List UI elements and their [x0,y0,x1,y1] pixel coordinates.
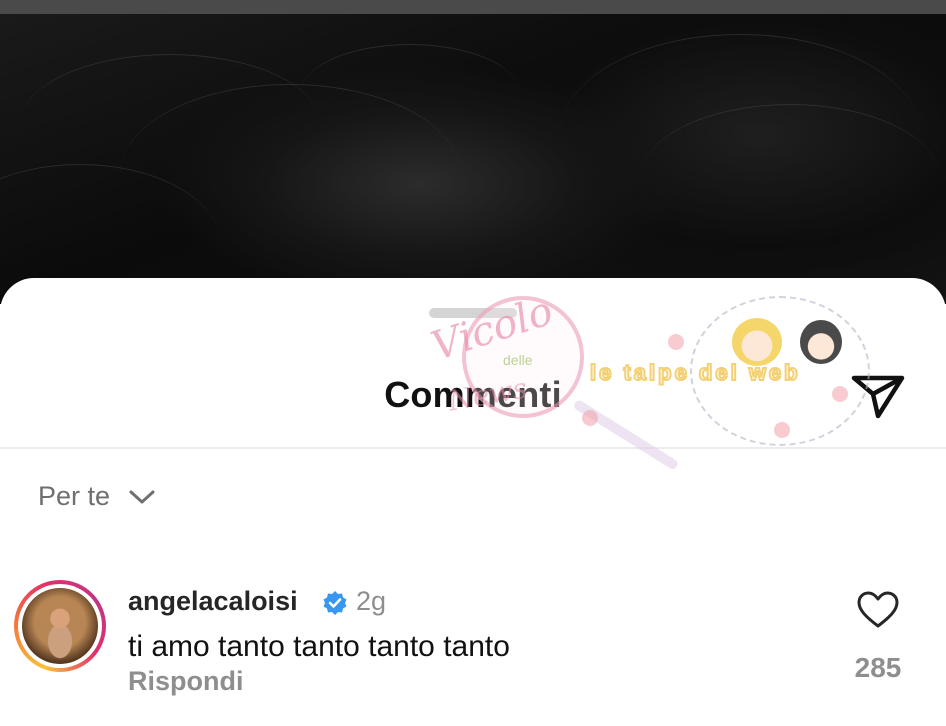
comment-time: 2g [356,586,387,616]
comment-username[interactable]: angelacaloisi [128,586,298,617]
status-strip [0,0,946,14]
watermark-delle-text: delle [503,352,533,368]
divider [0,447,946,449]
heart-icon[interactable] [856,590,900,630]
watermark-blonde-face-icon [732,318,782,366]
chevron-down-icon [129,490,155,503]
paw-icon [832,386,848,402]
watermark-dark-face-icon [800,320,842,364]
filter-label: Per te [38,481,111,511]
comment-item: angelacaloisi 2g ti amo tanto tanto tant… [0,578,946,726]
comment-text: ti amo tanto tanto tanto tanto [128,630,510,663]
paw-icon [774,422,790,438]
like-count: 285 [854,652,902,683]
verified-badge-icon [323,591,347,615]
watermark-talpe-text: le talpe del web [589,359,801,386]
reply-button[interactable]: Rispondi [128,666,244,697]
post-photo [0,14,946,304]
sort-filter-dropdown[interactable]: Per te [38,481,156,512]
avatar [22,588,98,664]
paw-icon [582,410,598,426]
paw-icon [668,334,684,350]
avatar-story-ring[interactable] [14,580,106,672]
